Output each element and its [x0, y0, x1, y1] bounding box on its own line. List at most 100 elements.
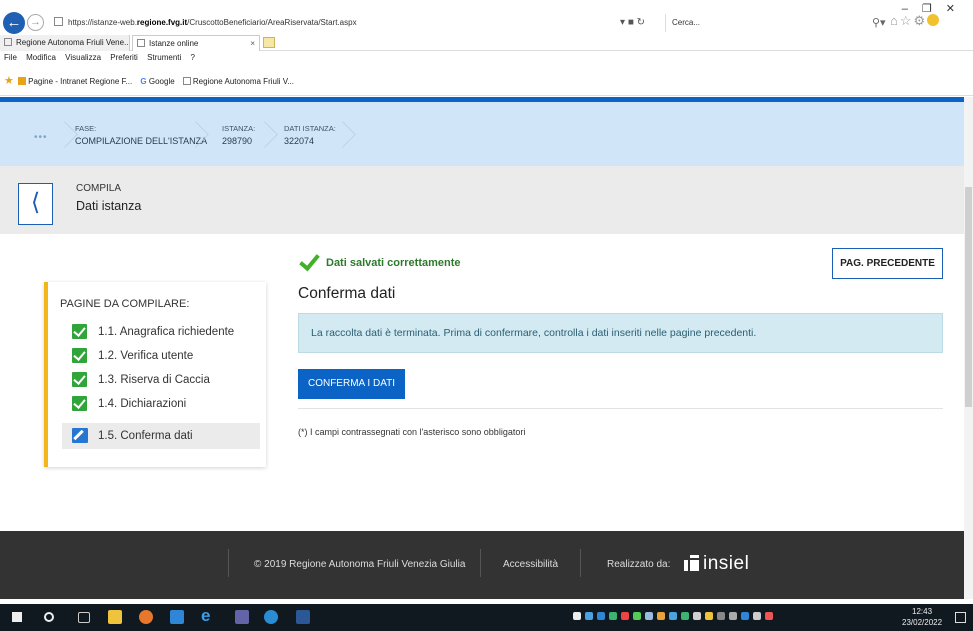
network-icon[interactable] [729, 612, 737, 620]
realizzato-label: Realizzato da: [607, 559, 671, 570]
tray-app-icon[interactable] [645, 612, 653, 620]
menu-help[interactable]: ? [191, 53, 195, 62]
back-button[interactable]: ⟨ [18, 183, 53, 225]
tray-app-icon[interactable] [717, 612, 725, 620]
tray-app-icon[interactable] [585, 612, 593, 620]
feedback-smiley-icon[interactable] [927, 14, 940, 26]
insiel-logo-icon [684, 553, 700, 571]
tray-app-icon[interactable] [765, 612, 773, 620]
tray-app-icon[interactable] [597, 612, 605, 620]
notification-center-icon[interactable] [955, 612, 966, 623]
menu-file[interactable]: File [4, 53, 17, 62]
sidebar-item-label: 1.1. Anagrafica richiedente [98, 326, 235, 338]
sidebar-item-label: 1.3. Riserva di Caccia [98, 374, 210, 386]
tray-app-icon[interactable] [657, 612, 665, 620]
skype-icon[interactable] [264, 610, 278, 624]
favorites-bar: ★ Pagine - Intranet Regione F... G Googl… [0, 66, 973, 96]
compila-heading: COMPILA Dati istanza [76, 183, 141, 213]
address-actions[interactable]: ▾ ■ ↻ [620, 14, 645, 32]
page-icon [137, 39, 145, 47]
scrollbar-thumb[interactable] [965, 187, 972, 407]
clock[interactable]: 12:43 23/02/2022 [902, 606, 942, 628]
sidebar-item-riserva-caccia[interactable]: 1.3. Riserva di Caccia [72, 370, 210, 390]
favorite-google[interactable]: G Google [140, 75, 174, 89]
search-input[interactable]: Cerca... [665, 14, 875, 32]
check-icon [72, 396, 87, 411]
tray-app-icon[interactable] [681, 612, 689, 620]
footer-separator [228, 549, 229, 577]
home-icon[interactable]: ⌂ [890, 13, 900, 28]
internet-explorer-icon[interactable]: e [201, 607, 215, 625]
insiel-logo[interactable]: insiel [684, 553, 749, 575]
new-tab-button[interactable] [263, 37, 275, 48]
menu-modifica[interactable]: Modifica [26, 53, 56, 62]
search-icon[interactable]: ⚲▾ [872, 14, 886, 32]
favorite-intranet[interactable]: Pagine - Intranet Regione F... [18, 75, 132, 89]
tray-app-icon[interactable] [693, 612, 701, 620]
favorite-label: Pagine - Intranet Regione F... [28, 77, 133, 86]
required-fields-note: (*) I campi contrassegnati con l'asteris… [298, 427, 526, 437]
menu-preferiti[interactable]: Preferiti [110, 53, 138, 62]
favorite-regione[interactable]: Regione Autonoma Friuli V... [182, 75, 295, 89]
tray-app-icon[interactable] [669, 612, 677, 620]
previous-page-button[interactable]: PAG. PRECEDENTE [832, 248, 943, 279]
tray-app-icon[interactable] [609, 612, 617, 620]
search-circle-icon[interactable] [44, 612, 54, 622]
url-prefix: https://istanze-web. [68, 18, 137, 27]
sidebar-item-anagrafica[interactable]: 1.1. Anagrafica richiedente [72, 322, 234, 342]
sidebar-item-verifica-utente[interactable]: 1.2. Verifica utente [72, 346, 193, 366]
maximize-icon[interactable]: ❐ [922, 3, 946, 15]
settings-gear-icon[interactable]: ⚙ [914, 13, 928, 28]
windows-start-icon[interactable] [12, 612, 22, 622]
task-view-icon[interactable] [78, 612, 90, 623]
address-bar[interactable]: https://istanze-web.regione.fvg.it/Crusc… [48, 14, 658, 32]
word-icon[interactable] [296, 610, 310, 624]
bluetooth-icon[interactable] [741, 612, 749, 620]
favorites-star-icon[interactable]: ☆ [900, 13, 914, 28]
tab-regione[interactable]: Regione Autonoma Friuli Vene... [0, 35, 130, 51]
file-explorer-icon[interactable] [108, 610, 122, 624]
clock-time: 12:43 [912, 607, 933, 616]
tab-label: Istanze online [149, 39, 199, 48]
volume-icon[interactable] [753, 612, 761, 620]
tab-istanze-online[interactable]: Istanze online × [132, 35, 260, 51]
dropdown-icon[interactable]: ▾ [620, 17, 625, 28]
favorite-label: Google [148, 77, 175, 86]
favorite-label: Regione Autonoma Friuli V... [192, 77, 295, 86]
menu-visualizza[interactable]: Visualizza [65, 53, 101, 62]
firefox-icon[interactable] [139, 610, 153, 624]
check-icon [72, 324, 87, 339]
more-dots-icon[interactable]: ••• [34, 132, 48, 143]
tray-app-icon[interactable] [705, 612, 713, 620]
tab-close-icon[interactable]: × [250, 36, 255, 51]
sidebar-item-label: 1.2. Verifica utente [98, 350, 194, 362]
close-icon[interactable]: ✕ [946, 3, 969, 15]
clock-date: 23/02/2022 [902, 618, 943, 627]
check-icon [72, 348, 87, 363]
page-scrollbar[interactable] [964, 97, 973, 599]
forward-arrow-icon[interactable]: → [27, 14, 44, 31]
confirm-data-button[interactable]: CONFERMA I DATI [298, 369, 405, 399]
teams-icon[interactable] [235, 610, 249, 624]
outlook-icon[interactable] [170, 610, 184, 624]
saved-message: Dati salvati correttamente [298, 252, 461, 272]
favorites-star-icon[interactable]: ★ [4, 75, 14, 87]
phase-dati-istanza: DATI ISTANZA: 322074 [284, 123, 336, 147]
shield-icon[interactable] [633, 612, 641, 620]
browser-tools: ⌂☆⚙ [890, 13, 940, 29]
dati-istanza-value: 322074 [284, 136, 315, 146]
footer-separator [480, 549, 481, 577]
tray-app-icon[interactable] [621, 612, 629, 620]
lock-icon[interactable]: ■ [628, 17, 634, 28]
sidebar-item-conferma-dati[interactable]: 1.5. Conferma dati [62, 423, 260, 449]
system-tray [573, 612, 777, 623]
copyright-text: © 2019 Regione Autonoma Friuli Venezia G… [254, 559, 466, 570]
menu-strumenti[interactable]: Strumenti [147, 53, 181, 62]
sidebar-item-dichiarazioni[interactable]: 1.4. Dichiarazioni [72, 394, 186, 414]
istanza-label: ISTANZA: [222, 124, 256, 133]
accessibility-link[interactable]: Accessibilità [503, 531, 558, 599]
back-arrow-icon[interactable]: ← [3, 12, 25, 34]
minimize-icon[interactable]: – [902, 3, 922, 15]
refresh-icon[interactable]: ↻ [637, 17, 645, 28]
mail-icon[interactable] [573, 612, 581, 620]
